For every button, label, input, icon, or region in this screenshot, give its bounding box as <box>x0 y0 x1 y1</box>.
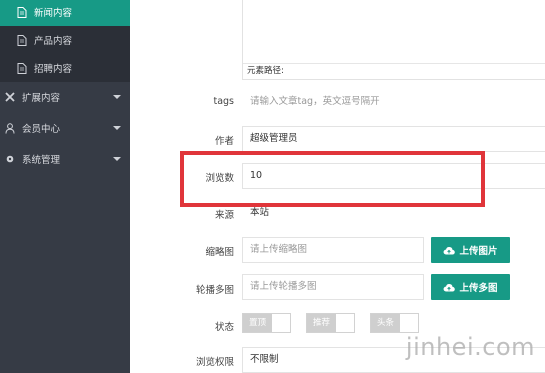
status-label: 状态 <box>214 322 234 333</box>
switch-recommend-label: 推荐 <box>307 314 337 332</box>
tags-input[interactable]: 请输入文章tag，英文逗号隔开 <box>242 89 545 115</box>
sidebar-item-news[interactable]: 新闻内容 <box>0 0 130 26</box>
cloud-upload-icon <box>443 246 456 255</box>
sidebar-item-members[interactable]: 会员中心 <box>0 114 130 142</box>
chevron-down-icon <box>113 95 121 99</box>
upload-image-label: 上传图片 <box>459 246 498 257</box>
upload-image-button[interactable]: 上传图片 <box>431 237 510 263</box>
sidebar-item-label: 会员中心 <box>22 124 61 135</box>
user-icon <box>4 122 16 134</box>
sidebar: 新闻内容 产品内容 招聘内容 扩展内容 会员中心 系统管理 <box>0 0 130 373</box>
tags-label: tags <box>213 96 234 107</box>
document-icon <box>16 62 28 74</box>
document-icon <box>16 34 28 46</box>
sidebar-item-label: 产品内容 <box>34 36 73 47</box>
editor-path: 元素路径: <box>243 63 545 79</box>
document-icon <box>16 6 28 18</box>
carousel-input[interactable]: 请上传轮播多图 <box>242 274 424 300</box>
sidebar-item-system[interactable]: 系统管理 <box>0 145 130 173</box>
switch-knob <box>272 314 291 332</box>
sidebar-item-label: 扩展内容 <box>22 93 61 104</box>
thumbnail-label: 缩略图 <box>205 247 234 258</box>
sidebar-item-label: 系统管理 <box>22 155 61 166</box>
tools-icon <box>4 91 16 103</box>
sidebar-item-extend[interactable]: 扩展内容 <box>0 83 130 111</box>
upload-multiple-button[interactable]: 上传多图 <box>431 274 510 300</box>
permission-label: 浏览权限 <box>195 357 234 368</box>
watermark: jinhei.com <box>405 333 535 361</box>
author-input[interactable]: 超级管理员 <box>242 126 545 152</box>
rich-text-editor[interactable]: 元素路径: <box>242 0 545 80</box>
chevron-down-icon <box>113 157 121 161</box>
switch-top[interactable]: 置顶 <box>242 313 292 333</box>
sidebar-item-products[interactable]: 产品内容 <box>0 26 130 54</box>
switch-headline-label: 头条 <box>371 314 401 332</box>
switch-headline[interactable]: 头条 <box>370 313 420 333</box>
switch-knob <box>336 314 355 332</box>
highlight-box <box>180 151 485 207</box>
switch-recommend[interactable]: 推荐 <box>306 313 356 333</box>
gear-icon <box>4 153 16 165</box>
carousel-label: 轮播多图 <box>195 285 234 296</box>
sidebar-item-label: 招聘内容 <box>34 64 73 75</box>
source-label: 来源 <box>214 210 234 221</box>
switch-top-label: 置顶 <box>243 314 273 332</box>
cloud-upload-icon <box>443 283 456 292</box>
sidebar-item-label: 新闻内容 <box>34 8 73 19</box>
upload-multiple-label: 上传多图 <box>459 283 498 294</box>
sidebar-item-jobs[interactable]: 招聘内容 <box>0 54 130 82</box>
author-label: 作者 <box>214 136 234 147</box>
thumbnail-input[interactable]: 请上传缩略图 <box>242 237 424 263</box>
chevron-down-icon <box>113 126 121 130</box>
switch-knob <box>400 314 419 332</box>
